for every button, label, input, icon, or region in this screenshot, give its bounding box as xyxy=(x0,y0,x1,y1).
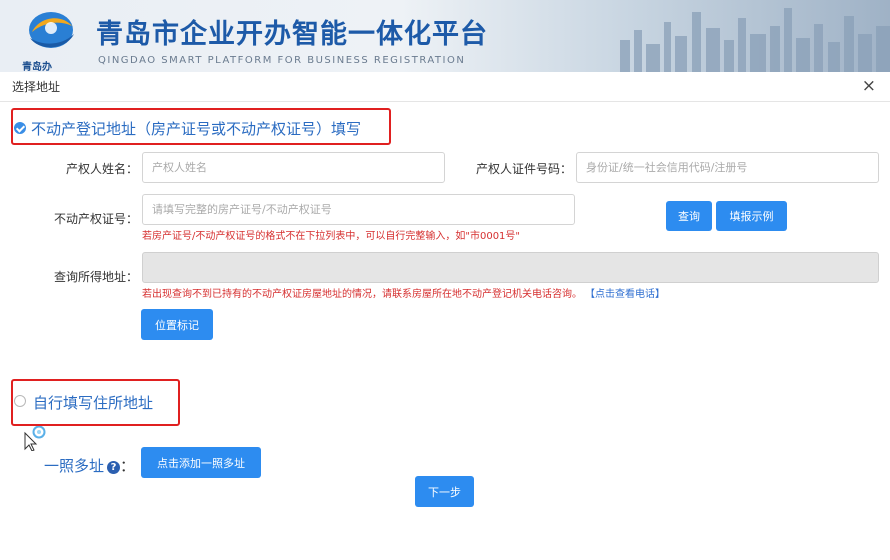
platform-logo-icon xyxy=(29,12,74,48)
platform-subtitle: QINGDAO SMART PLATFORM FOR BUSINESS REGI… xyxy=(98,55,466,66)
queried-address-field xyxy=(142,252,879,283)
cert-number-hint: 若房产证号/不动产权证号的格式不在下拉列表中，可以自行完整输入，如"市0001号… xyxy=(142,231,521,242)
owner-id-label: 产权人证件号码： xyxy=(475,162,572,176)
queried-address-hint: 若出现查询不到已持有的不动产权证房屋地址的情况，请联系房屋所在地不动产登记机关电… xyxy=(142,285,665,300)
multi-address-label-group: 一照多址?： xyxy=(44,455,135,476)
next-step-button[interactable]: 下一步 xyxy=(415,476,474,507)
queried-address-label: 查询所得地址： xyxy=(53,270,138,284)
self-fill-address-option-label[interactable]: 自行填写住所地址 xyxy=(33,392,153,413)
select-address-dialog: 选择地址 × 不动产登记地址（房产证号或不动产权证号）填写 产权人姓名： 产权人… xyxy=(0,72,890,560)
multi-address-colon: ： xyxy=(120,457,136,475)
cert-number-input[interactable] xyxy=(142,194,575,225)
owner-name-input[interactable] xyxy=(142,152,445,183)
platform-title: 青岛市企业开办智能一体化平台 xyxy=(96,19,488,50)
self-fill-address-radio[interactable] xyxy=(14,395,26,407)
query-button[interactable]: 查询 xyxy=(666,201,712,231)
fill-example-button[interactable]: 填报示例 xyxy=(716,201,787,231)
owner-id-input[interactable] xyxy=(576,152,879,183)
location-mark-button[interactable]: 位置标记 xyxy=(141,309,213,340)
busy-cursor-icon xyxy=(24,425,46,451)
add-multi-address-button[interactable]: 点击添加一照多址 xyxy=(141,447,261,478)
queried-address-hint-text: 若出现查询不到已持有的不动产权证房屋地址的情况，请联系房屋所在地不动产登记机关电… xyxy=(142,289,582,300)
dialog-header: 选择地址 × xyxy=(0,72,890,102)
multi-address-label: 一照多址 xyxy=(44,457,105,475)
property-address-radio[interactable] xyxy=(14,122,26,134)
help-question-icon[interactable]: ? xyxy=(107,461,121,474)
property-address-option-label[interactable]: 不动产登记地址（房产证号或不动产权证号）填写 xyxy=(31,118,361,139)
city-skyline-image xyxy=(620,8,890,72)
header-banner: 青岛办 青岛市企业开办智能一体化平台 QINGDAO SMART PLATFOR… xyxy=(0,0,890,72)
cert-number-label: 不动产权证号： xyxy=(53,212,138,226)
logo-text: 青岛办 xyxy=(22,62,52,72)
dialog-title: 选择地址 xyxy=(12,80,61,94)
close-icon[interactable]: × xyxy=(862,78,876,95)
view-phone-link[interactable]: 【点击查看电话】 xyxy=(590,289,665,300)
owner-name-label: 产权人姓名： xyxy=(65,162,138,176)
